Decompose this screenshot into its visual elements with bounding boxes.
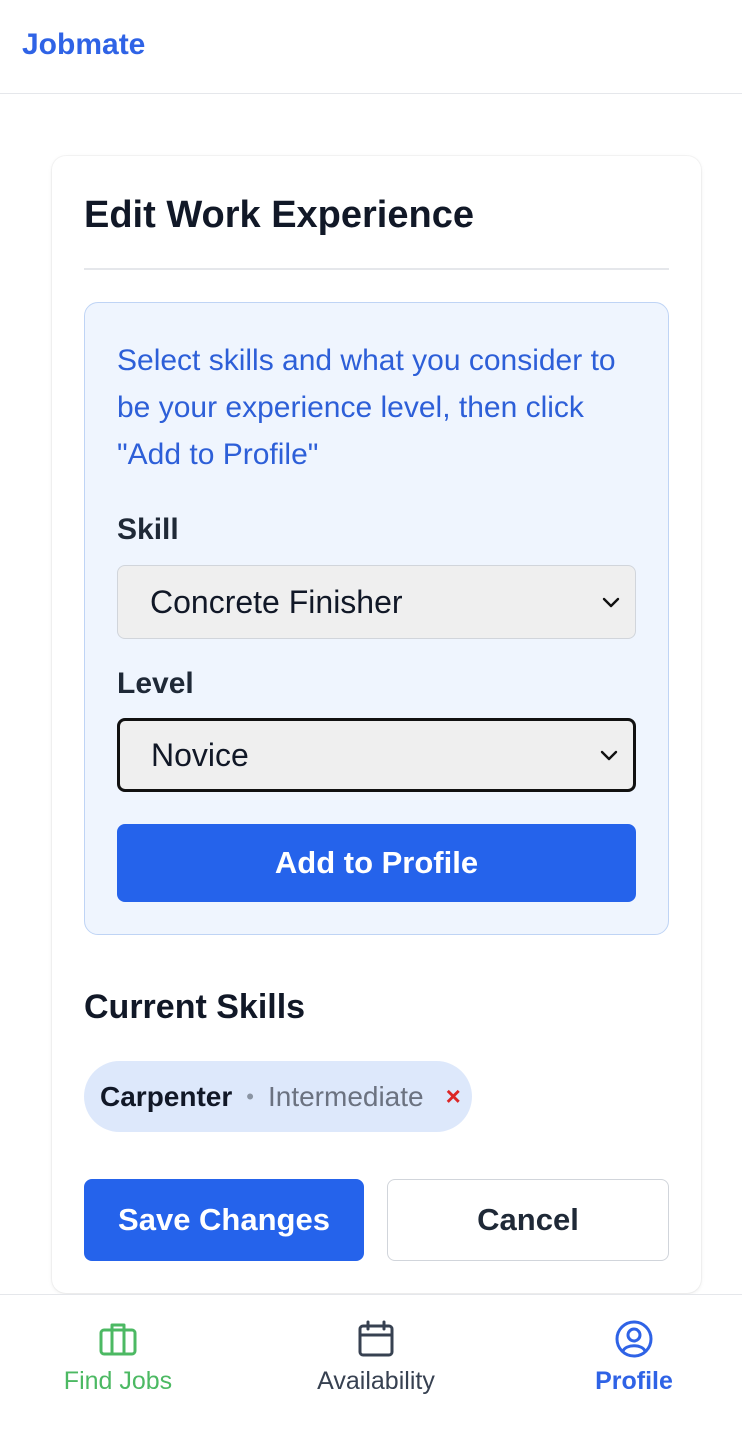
level-select-value: Novice [151,736,249,773]
chevron-down-icon [600,750,618,761]
instructions-text: Select skills and what you consider to b… [117,344,616,471]
save-changes-button[interactable]: Save Changes [84,1179,364,1261]
skill-select[interactable]: Concrete Finisher [117,565,636,639]
current-skills-title: Current Skills [84,988,306,1026]
briefcase-icon [99,1323,137,1356]
nav-item-find-jobs[interactable]: Find Jobs [18,1319,218,1419]
nav-item-profile[interactable]: Profile [534,1319,734,1419]
nav-label-find-jobs: Find Jobs [63,1367,173,1395]
skill-label: Skill [117,513,179,546]
nav-item-availability[interactable]: Availability [276,1319,476,1419]
edit-work-experience-card: Edit Work Experience Select skills and w… [52,156,701,1293]
skill-chip-separator: • [246,1083,254,1109]
skill-chip-level: Intermediate [267,1080,424,1112]
top-bar: Jobmate [0,0,742,94]
skill-chip-name: Carpenter [100,1080,233,1112]
calendar-icon [358,1320,394,1357]
divider [84,268,669,270]
brand-logo[interactable]: Jobmate [22,28,145,62]
nav-label-profile: Profile [595,1367,673,1395]
skill-chip: Carpenter • Intermediate × [84,1061,472,1132]
cancel-button[interactable]: Cancel [387,1179,669,1261]
level-select[interactable]: Novice [117,718,636,792]
add-skill-panel: Select skills and what you consider to b… [84,302,669,935]
add-to-profile-button[interactable]: Add to Profile [117,824,636,902]
page-title: Edit Work Experience [84,194,474,236]
remove-skill-button[interactable]: × [446,1081,461,1112]
nav-label-availability: Availability [317,1367,435,1395]
level-label: Level [117,667,194,700]
chevron-down-icon [602,597,620,608]
skill-select-value: Concrete Finisher [150,583,403,620]
bottom-navigation: Find Jobs Availability Profile [0,1294,742,1436]
user-circle-icon [615,1320,653,1358]
